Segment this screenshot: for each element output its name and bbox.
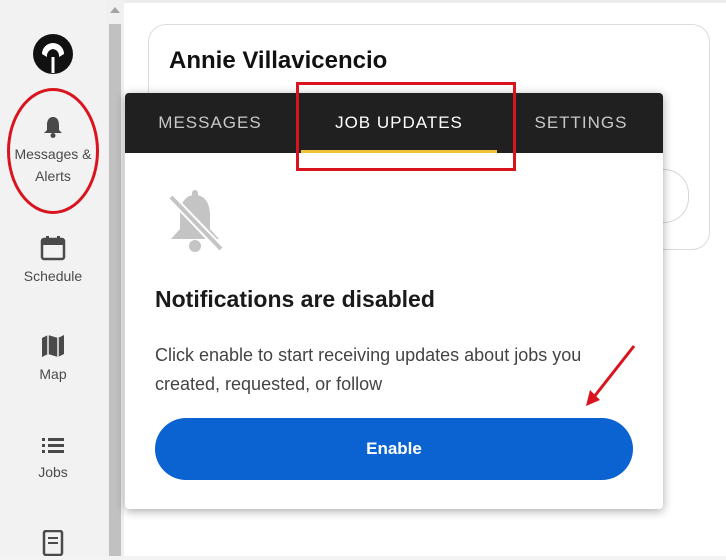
- popover-body: Click enable to start receiving updates …: [155, 345, 582, 394]
- annotation-rectangle: [296, 82, 516, 171]
- sidebar-item-jobs[interactable]: Jobs: [0, 433, 106, 483]
- popover-title: Notifications are disabled: [155, 286, 435, 312]
- map-icon: [42, 335, 64, 357]
- sidebar-item-label: Jobs: [38, 464, 68, 480]
- sidebar-item-schedule[interactable]: Schedule: [0, 235, 106, 287]
- annotation-circle: [7, 88, 99, 214]
- scroll-up-icon[interactable]: [110, 7, 120, 13]
- sidebar-item-label: Map: [39, 366, 67, 382]
- calendar-icon: [40, 236, 66, 261]
- top-bar: [124, 0, 726, 3]
- app-logo-icon[interactable]: [32, 33, 74, 75]
- document-icon: [42, 530, 64, 556]
- sidebar-scrollbar[interactable]: [106, 0, 124, 556]
- scroll-thumb[interactable]: [109, 24, 121, 556]
- tab-messages[interactable]: MESSAGES: [125, 93, 295, 153]
- tab-settings[interactable]: SETTINGS: [503, 93, 659, 153]
- bell-slash-icon: [168, 190, 224, 252]
- profile-name: Annie Villavicencio: [169, 47, 388, 74]
- annotation-arrow-icon: [586, 345, 636, 406]
- enable-button[interactable]: Enable: [155, 418, 633, 480]
- sidebar-item-label: Schedule: [23, 268, 83, 284]
- sidebar: Messages & Alerts Schedule Map Jobs: [0, 0, 107, 556]
- list-icon: [42, 438, 64, 453]
- sidebar-item-map[interactable]: Map: [0, 333, 106, 385]
